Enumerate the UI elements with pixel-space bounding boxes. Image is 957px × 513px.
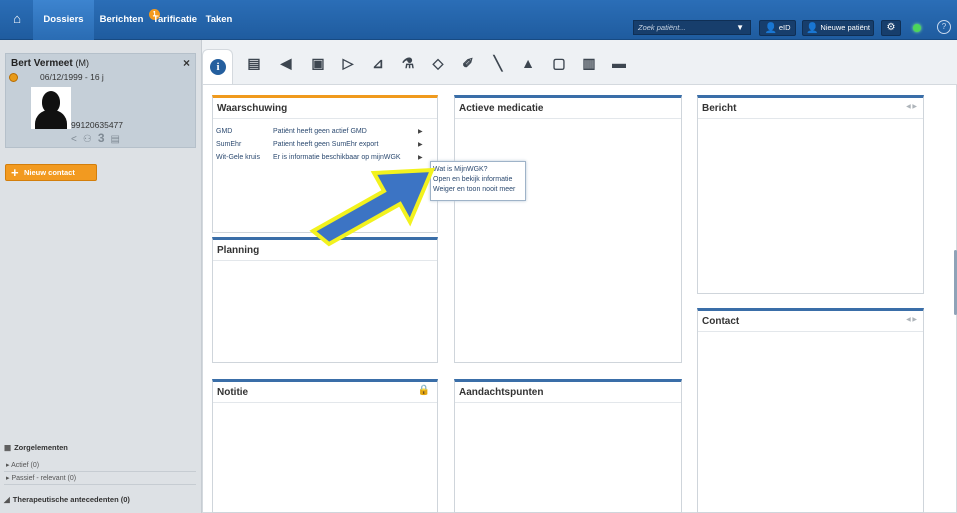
new-contact-label: Nieuw contact: [24, 168, 75, 177]
share-icon[interactable]: <: [71, 134, 83, 145]
plus-icon: +: [11, 165, 19, 180]
panel-title: Contact: [698, 311, 923, 332]
tab-dossiers[interactable]: Dossiers: [33, 0, 94, 40]
aandachtspunten-panel: Aandachtspunten: [454, 379, 682, 513]
new-patient-button[interactable]: 👤 Nieuwe patiënt: [802, 20, 874, 36]
eid-button[interactable]: 👤 eID: [759, 20, 796, 36]
patient-name: Bert Vermeet: [11, 58, 73, 69]
arrow-right-icon[interactable]: ▶: [418, 154, 423, 161]
actieve-medicatie-panel: Actieve medicatie: [454, 95, 682, 363]
contact-panel: Contact ◀ ▶: [697, 308, 924, 513]
divider: [4, 484, 196, 485]
warning-key: SumEhr: [216, 141, 242, 148]
warning-key: Wit-Gele kruis: [216, 154, 260, 161]
document-arrow-icon[interactable]: ▷: [337, 52, 359, 74]
help-icon[interactable]: ?: [937, 20, 951, 34]
warning-value: Er is informatie beschikbaar op mijnWGK: [273, 154, 401, 161]
chart-icon[interactable]: ⊿: [367, 52, 389, 74]
pager-arrows-icon[interactable]: ◀ ▶: [906, 316, 917, 323]
tab-berichten[interactable]: Berichten: [95, 0, 148, 40]
chevron-down-icon[interactable]: ▼: [736, 21, 744, 34]
syringe-icon[interactable]: ✐: [457, 52, 479, 74]
patient-gender: (M): [75, 58, 89, 68]
clipboard-icon[interactable]: ▥: [578, 52, 600, 74]
tab-tarificatie[interactable]: Tarificatie: [150, 0, 200, 40]
pill-icon: ◢: [4, 495, 10, 504]
main-content: i ▤ ◀ ▣ ▷ ⊿ ⚗ ◇ ✐ ╲ ▲ ▢ ▥ ▬ Waarschuwing…: [202, 40, 957, 513]
panel-title: Planning: [213, 240, 437, 261]
group-icon[interactable]: ⚇: [83, 134, 98, 145]
patient-dob: 06/12/1999 - 16 j: [40, 72, 104, 82]
left-sidebar: Bert Vermeet (M) × 06/12/1999 - 16 j 991…: [0, 40, 202, 513]
monitor-icon[interactable]: ▬: [608, 52, 630, 74]
panel-title: Notitie: [213, 382, 437, 403]
menu-item-weiger[interactable]: Weiger en toon nooit meer: [433, 185, 523, 195]
eid-label: eID: [778, 23, 791, 32]
notitie-panel: Notitie 🔒: [212, 379, 438, 513]
gear-icon[interactable]: ⚙: [881, 20, 901, 36]
bericht-panel: Bericht ◀ ▶: [697, 95, 924, 294]
clapperboard-icon[interactable]: ▤: [243, 52, 265, 74]
waarschuwing-panel: Waarschuwing GMD Patiënt heeft geen actie…: [212, 95, 438, 233]
tab-info[interactable]: i: [202, 49, 233, 84]
clapperboard-icon: ▦: [4, 443, 12, 452]
megaphone-icon[interactable]: ◀: [275, 52, 297, 74]
patient-search-input[interactable]: Zoek patiënt... ▼: [633, 20, 751, 35]
count-value: 3: [97, 131, 111, 145]
warning-value: Patient heeft geen SumEhr export: [273, 141, 379, 148]
person-add-icon: 👤: [805, 23, 819, 34]
panel-title: Actieve medicatie: [455, 98, 681, 119]
new-patient-label: Nieuwe patiënt: [820, 23, 871, 32]
status-online-icon: [913, 24, 921, 32]
lock-icon[interactable]: 🔒: [418, 385, 430, 396]
pill-icon[interactable]: ◇: [427, 52, 449, 74]
patient-name-line: Bert Vermeet (M): [11, 58, 89, 69]
top-navigation-bar: ⌂ Dossiers Berichten 1 Tarificatie Taken…: [0, 0, 957, 40]
patient-number: 99120635477: [71, 120, 124, 130]
pager-arrows-icon[interactable]: ◀ ▶: [906, 103, 917, 110]
flask-icon[interactable]: ⚗: [397, 52, 419, 74]
avatar: [31, 87, 71, 129]
arrow-right-icon[interactable]: ▶: [418, 128, 423, 135]
new-contact-button[interactable]: + Nieuw contact: [5, 164, 97, 181]
zorg-actief[interactable]: ▸ Actief (0): [6, 461, 39, 469]
id-card-icon[interactable]: ▢: [548, 52, 570, 74]
patient-card-icons: <⚇3▤: [71, 131, 126, 145]
menu-item-wat-is-mijnwgk[interactable]: Wat is MijnWGK?: [433, 165, 523, 175]
menu-item-open-informatie[interactable]: Open en bekijk informatie: [433, 175, 523, 185]
close-icon[interactable]: ×: [183, 56, 190, 70]
planning-panel: Planning: [212, 237, 438, 363]
warning-row-gmd[interactable]: GMD Patiënt heeft geen actief GMD ▶: [216, 128, 423, 135]
scalpel-icon[interactable]: ╲: [487, 52, 509, 74]
warning-icon[interactable]: ▲: [517, 52, 539, 74]
warning-value: Patiënt heeft geen actief GMD: [273, 128, 367, 135]
person-icon: 👤: [764, 23, 777, 34]
divider: [4, 471, 196, 472]
zorg-passief[interactable]: ▸ Passief - relevant (0): [6, 474, 76, 482]
zorgelementen-header[interactable]: ▦ Zorgelementen: [4, 443, 68, 452]
therapeutische-label: Therapeutische antecedenten (0): [12, 495, 130, 504]
panel-title: Bericht: [698, 98, 923, 119]
warning-row-wgk[interactable]: Wit-Gele kruis Er is informatie beschikba…: [216, 154, 423, 161]
document-icon[interactable]: ▤: [111, 134, 126, 145]
warning-key: GMD: [216, 128, 233, 135]
tab-taken[interactable]: Taken: [204, 0, 234, 40]
info-icon: i: [210, 59, 226, 75]
warning-row-sumehr[interactable]: SumEhr Patient heeft geen SumEhr export ▶: [216, 141, 423, 148]
panel-title: Waarschuwing: [213, 98, 437, 119]
therapeutische-antecedenten[interactable]: ◢ Therapeutische antecedenten (0): [4, 495, 130, 504]
panel-title: Aandachtspunten: [455, 382, 681, 403]
patient-card[interactable]: Bert Vermeet (M) × 06/12/1999 - 16 j 991…: [5, 53, 196, 148]
arrow-right-icon[interactable]: ▶: [418, 141, 423, 148]
medical-bag-icon[interactable]: ▣: [307, 52, 329, 74]
home-icon[interactable]: ⌂: [8, 10, 26, 28]
search-placeholder: Zoek patiënt...: [638, 23, 686, 32]
alert-badge-icon: [9, 73, 18, 82]
wgk-context-menu: Wat is MijnWGK? Open en bekijk informati…: [430, 161, 526, 201]
zorgelementen-label: Zorgelementen: [14, 443, 68, 452]
